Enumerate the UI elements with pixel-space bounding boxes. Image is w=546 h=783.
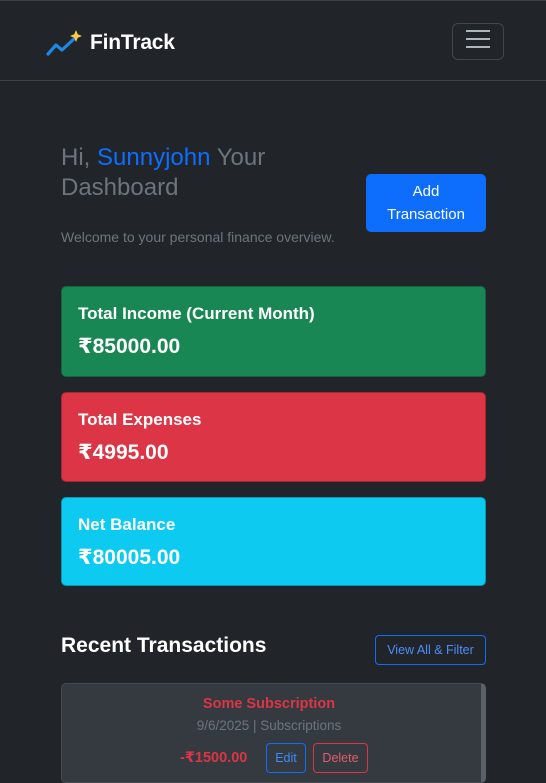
balance-label: Net Balance: [78, 515, 176, 534]
expenses-card: Total Expenses ₹4995.00: [61, 392, 486, 482]
brand-name: FinTrack: [90, 31, 175, 54]
page-subtitle: Welcome to your personal finance overvie…: [61, 229, 335, 245]
transaction-meta: 9/6/2025 | Subscriptions: [196, 718, 342, 733]
expenses-value: ₹4995.00: [78, 441, 169, 464]
page-title: Hi, Sunnyjohn Your Dashboard: [61, 143, 341, 203]
expenses-label: Total Expenses: [78, 410, 202, 429]
add-transaction-button[interactable]: Add Transaction: [366, 174, 486, 232]
income-value: ₹85000.00: [78, 335, 181, 358]
transaction-item: Some Subscription 9/6/2025 | Subscriptio…: [61, 683, 486, 783]
trend-chart-sparkle-icon: [46, 29, 84, 57]
transaction-name: Some Subscription: [202, 696, 336, 712]
delete-transaction-button[interactable]: Delete: [313, 743, 368, 773]
income-card: Total Income (Current Month) ₹85000.00: [61, 286, 486, 377]
greeting-text: Hi,: [61, 144, 91, 171]
transaction-amount: -₹1500.00: [180, 750, 248, 766]
balance-card: Net Balance ₹80005.00: [61, 497, 486, 586]
brand-link[interactable]: FinTrack: [46, 29, 175, 57]
hamburger-menu-icon: [466, 29, 490, 54]
view-all-filter-button[interactable]: View All & Filter: [375, 635, 486, 665]
username: Sunnyjohn: [97, 144, 211, 171]
menu-toggle-button[interactable]: [452, 23, 504, 60]
navbar: FinTrack: [0, 0, 546, 81]
edit-transaction-button[interactable]: Edit: [266, 743, 306, 773]
recent-transactions-title: Recent Transactions: [61, 634, 267, 657]
income-label: Total Income (Current Month): [78, 304, 315, 323]
balance-value: ₹80005.00: [78, 546, 181, 569]
